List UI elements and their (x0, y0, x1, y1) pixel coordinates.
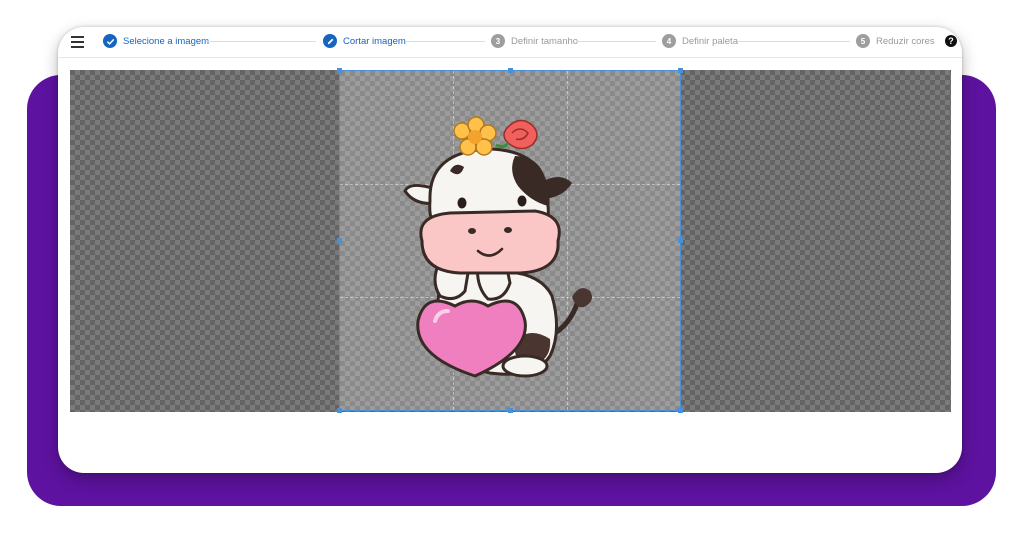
step-define-size[interactable]: 3 Definir tamanho (491, 33, 578, 49)
image-canvas[interactable] (70, 68, 951, 413)
step-connector (576, 41, 656, 42)
step-connector (405, 41, 485, 42)
step-label: Definir tamanho (511, 35, 579, 47)
crop-handle-top-right[interactable] (678, 68, 683, 73)
hamburger-menu-icon[interactable] (71, 36, 84, 48)
step-reduce-colors[interactable]: 5 Reduzir cores (856, 33, 935, 49)
crop-handle-bottom-right[interactable] (678, 408, 683, 413)
step-crop-image[interactable]: Cortar imagem (323, 33, 406, 49)
step-define-palette[interactable]: 4 Definir paleta (662, 33, 738, 49)
step-select-image[interactable]: Selecione a imagem (103, 33, 209, 49)
rose-icon (495, 119, 538, 150)
app-window: Selecione a imagem Cortar imagem 3 Defin… (58, 27, 962, 473)
help-icon[interactable]: ? (945, 35, 957, 47)
pencil-icon (323, 34, 337, 48)
step-number: 5 (856, 34, 870, 48)
crop-handle-top[interactable] (508, 68, 513, 73)
stepper-bar: Selecione a imagem Cortar imagem 3 Defin… (58, 27, 962, 58)
flower-icon (453, 116, 497, 156)
crop-handle-bottom[interactable] (508, 408, 513, 413)
step-number: 3 (491, 34, 505, 48)
step-connector (206, 41, 316, 42)
step-label: Definir paleta (682, 35, 738, 47)
step-connector (738, 41, 850, 42)
step-label: Cortar imagem (343, 35, 406, 47)
checkmark-icon (103, 34, 117, 48)
step-number: 4 (662, 34, 676, 48)
cow-illustration (403, 116, 592, 378)
crop-handle-right[interactable] (678, 238, 683, 243)
crop-handle-bottom-left[interactable] (337, 408, 342, 413)
crop-handle-left[interactable] (337, 238, 342, 243)
crop-handle-top-left[interactable] (337, 68, 342, 73)
step-label: Selecione a imagem (123, 35, 210, 47)
step-label: Reduzir cores (876, 35, 935, 47)
crop-selection[interactable] (337, 68, 683, 413)
